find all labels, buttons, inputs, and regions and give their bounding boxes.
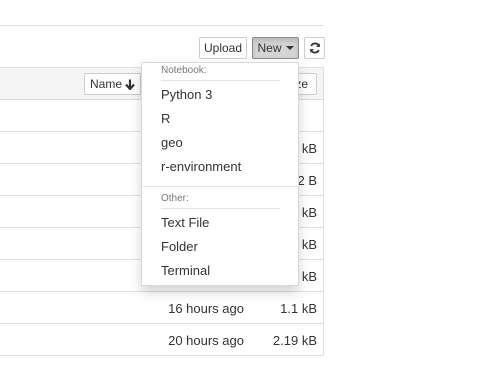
arrow-down-icon	[125, 79, 135, 90]
sort-by-name-button[interactable]: Name	[84, 73, 141, 95]
menu-item-folder[interactable]: Folder	[142, 234, 298, 258]
refresh-button[interactable]	[304, 37, 325, 59]
file-size: 1.1 kB	[280, 301, 317, 316]
new-button-label: New	[257, 41, 282, 55]
new-button[interactable]: New	[252, 37, 299, 59]
menu-divider	[142, 186, 298, 187]
other-section-header: Other:	[161, 193, 189, 204]
file-size: kB	[301, 269, 317, 284]
list-item[interactable]: 16 hours ago 1.1 kB	[0, 292, 323, 324]
file-size: 2 B	[297, 173, 317, 188]
notebook-section-header: Notebook:	[161, 65, 207, 76]
file-size: kB	[301, 237, 317, 252]
caret-down-icon	[285, 46, 294, 50]
notebook-section-rule	[161, 80, 280, 81]
refresh-icon	[309, 42, 320, 54]
file-size: kB	[301, 141, 317, 156]
upload-button[interactable]: Upload	[199, 37, 247, 59]
modified-time: 16 hours ago	[168, 301, 244, 316]
modified-time: 20 hours ago	[168, 333, 244, 348]
file-size: 2.19 kB	[272, 333, 317, 348]
menu-item-terminal[interactable]: Terminal	[142, 258, 298, 282]
list-item[interactable]: 20 hours ago 2.19 kB	[0, 324, 323, 356]
menu-item-geo[interactable]: geo	[142, 130, 298, 154]
new-dropdown-menu: Notebook: Python 3 R geo r-environment O…	[141, 62, 299, 286]
menu-item-text-file[interactable]: Text File	[142, 210, 298, 234]
menu-item-r-environment[interactable]: r-environment	[142, 154, 298, 178]
top-divider	[0, 25, 324, 26]
file-size: kB	[301, 205, 317, 220]
menu-item-r[interactable]: R	[142, 106, 298, 130]
menu-item-python3[interactable]: Python 3	[142, 82, 298, 106]
sort-name-label: Name	[89, 77, 122, 91]
other-section-rule	[161, 208, 280, 209]
